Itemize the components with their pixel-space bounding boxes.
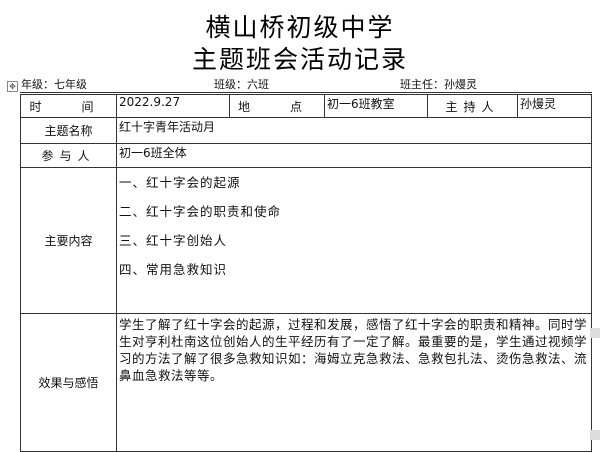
effect-text: 学生了解了红十字会的起源，过程和发展，感悟了红十字会的职责和精神。同时学生对亨利…: [119, 317, 588, 383]
host-label: 主持人: [427, 92, 518, 118]
effect-cell[interactable]: 学生了解了红十字会的起源，过程和发展，感悟了红十字会的职责和精神。同时学生对亨利…: [116, 313, 592, 452]
content-item: 三、红十字创始人: [119, 233, 228, 248]
host-value[interactable]: 孙熳灵: [517, 92, 592, 118]
table-row: 参与人 初一6班全体: [20, 143, 592, 168]
record-table: 时 间 2022.9.27 地 点 初一6班教室 主持人 孙熳灵 主题名称 红十…: [20, 92, 592, 452]
table-move-handle-icon[interactable]: ✥: [7, 81, 18, 92]
place-label: 地 点: [229, 92, 325, 118]
participants-label: 参与人: [20, 143, 117, 168]
record-title: 主题班会活动记录: [191, 45, 408, 74]
place-value[interactable]: 初一6班教室: [324, 92, 428, 118]
page-edge-marker: [590, 430, 600, 440]
content-label: 主要内容: [20, 167, 117, 314]
teacher-info: 班主任：孙熳灵: [400, 78, 477, 91]
page-edge-marker: [590, 328, 600, 338]
school-name: 横山桥初级中学: [205, 13, 395, 42]
time-label: 时 间: [20, 92, 117, 118]
grade-info: 年级：七年级: [21, 78, 87, 91]
content-item: 二、红十字会的职责和使命: [119, 204, 282, 219]
participants-value[interactable]: 初一6班全体: [116, 143, 592, 168]
table-row: 主要内容 一、红十字会的起源 二、红十字会的职责和使命 三、红十字创始人 四、常…: [20, 167, 592, 314]
topic-label: 主题名称: [20, 117, 117, 144]
content-item: 四、常用急救知识: [119, 262, 228, 277]
time-value[interactable]: 2022.9.27: [116, 92, 230, 118]
table-row: 时 间 2022.9.27 地 点 初一6班教室 主持人 孙熳灵: [20, 92, 592, 118]
table-row: 效果与感悟 学生了解了红十字会的起源，过程和发展，感悟了红十字会的职责和精神。同…: [20, 313, 592, 452]
table-row: 主题名称 红十字青年活动月: [20, 117, 592, 144]
effect-label: 效果与感悟: [20, 313, 117, 452]
content-item: 一、红十字会的起源: [119, 175, 241, 190]
class-info: 班级：六班: [214, 78, 269, 91]
content-cell[interactable]: 一、红十字会的起源 二、红十字会的职责和使命 三、红十字创始人 四、常用急救知识: [116, 167, 592, 314]
topic-value[interactable]: 红十字青年活动月: [116, 117, 592, 144]
